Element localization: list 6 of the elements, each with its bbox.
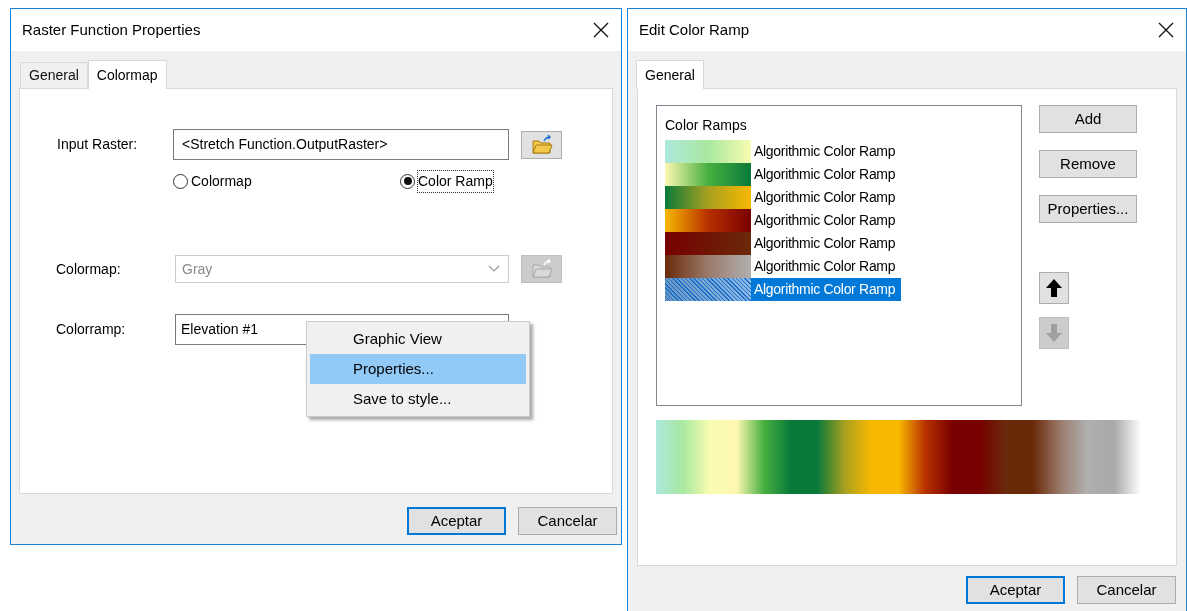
field-label: Colorramp:	[55, 320, 127, 339]
window-title: Edit Color Ramp	[639, 19, 750, 40]
window-title: Raster Function Properties	[22, 19, 201, 40]
field-label: Input Raster:	[56, 135, 139, 154]
list-header: Color Ramps	[665, 116, 748, 135]
field-label: Colormap:	[55, 259, 122, 279]
